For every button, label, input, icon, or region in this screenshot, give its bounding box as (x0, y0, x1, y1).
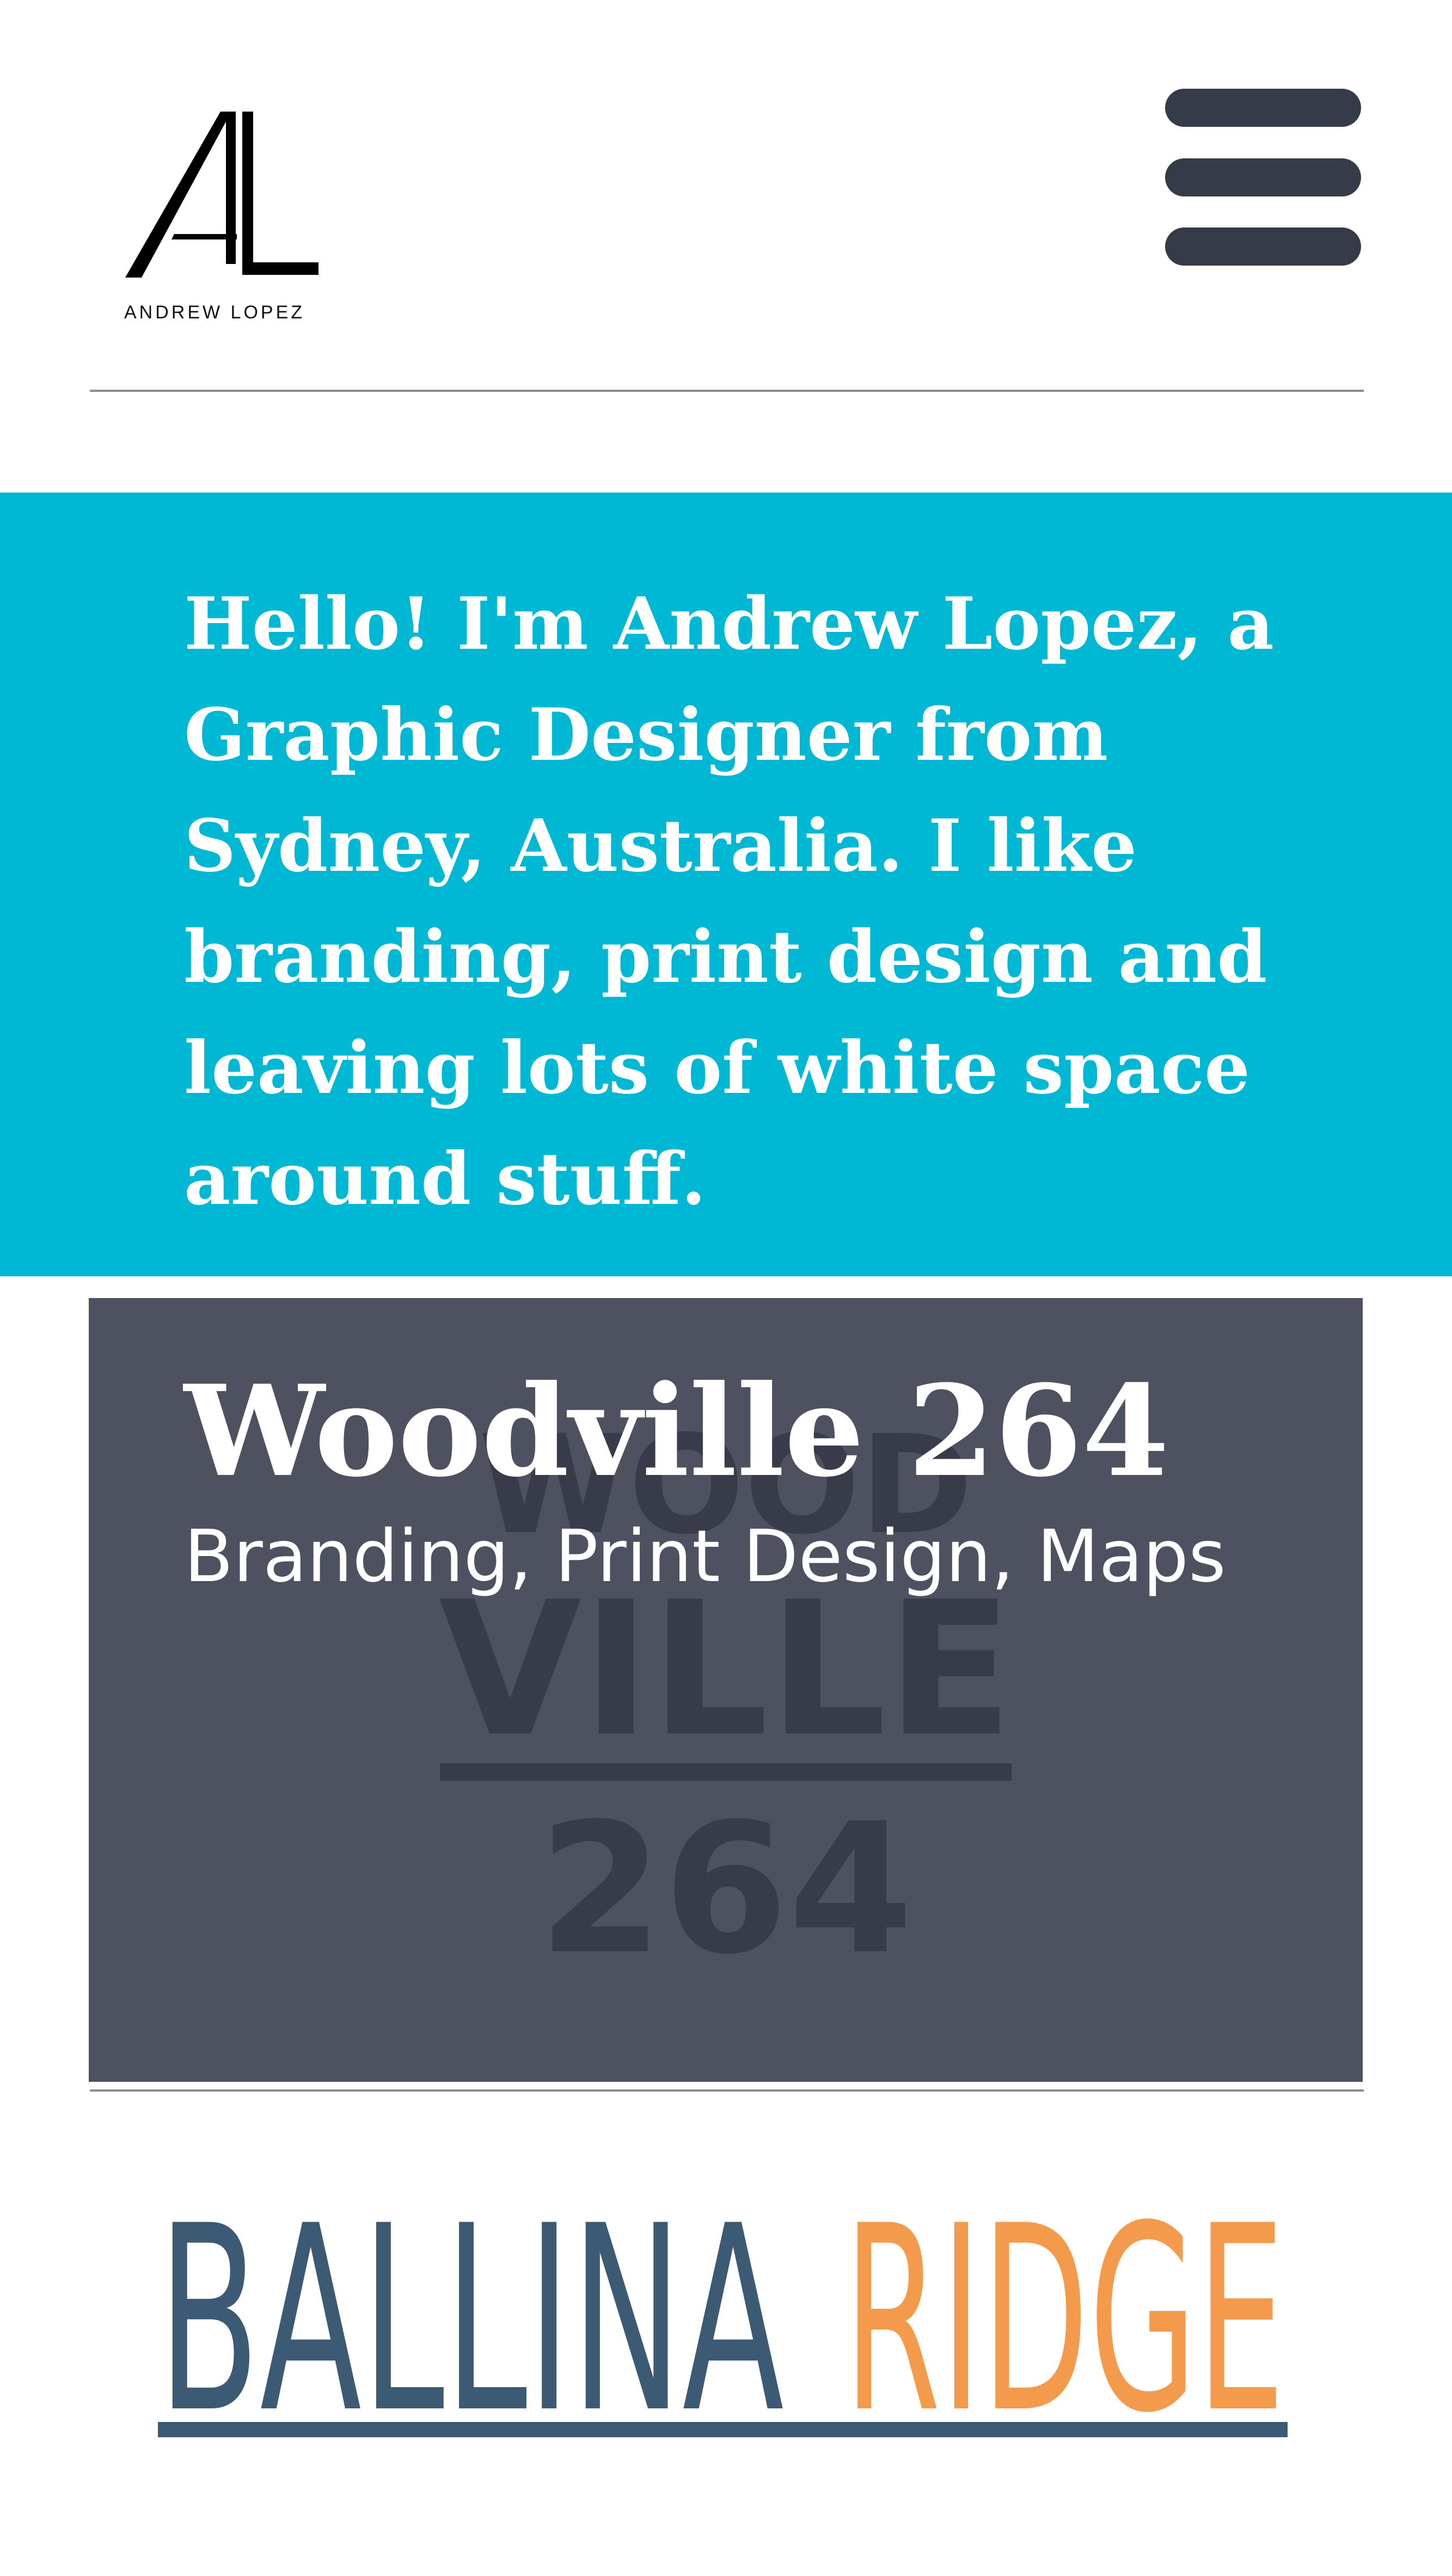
project-card-woodville-264[interactable]: WOOD VILLE 264 Woodville 264 Branding, P… (89, 1298, 1363, 2082)
logo-text: ANDREW LOPEZ (124, 302, 305, 323)
menu-button[interactable] (1165, 89, 1361, 266)
ballina-word: BALLINA (158, 2204, 785, 2455)
project-title: Woodville 264 (184, 1358, 1169, 1505)
menu-bar (1165, 228, 1361, 266)
watermark-line: 264 (538, 1785, 914, 1994)
menu-bar (1165, 158, 1361, 196)
intro-text: Hello! I'm Andrew Lopez, a Graphic Desig… (184, 582, 1275, 1221)
logo-monogram-icon (125, 112, 318, 278)
watermark-rule (440, 1763, 1012, 1781)
project-tags: Branding, Print Design, Maps (184, 1515, 1226, 1599)
project-divider (90, 2089, 1364, 2092)
project-card-ballina-ridge[interactable]: BALLINA RIDGE (158, 2204, 1296, 2455)
site-header: ANDREW LOPEZ (0, 0, 1452, 392)
ballina-ridge-logo: BALLINA RIDGE (158, 2204, 1288, 2455)
intro-banner: Hello! I'm Andrew Lopez, a Graphic Desig… (0, 493, 1452, 1276)
header-divider (90, 390, 1364, 392)
ballina-underline (158, 2422, 1288, 2437)
menu-bar (1165, 89, 1361, 127)
ridge-word: RIDGE (844, 2204, 1285, 2455)
logo[interactable]: ANDREW LOPEZ (122, 106, 318, 329)
